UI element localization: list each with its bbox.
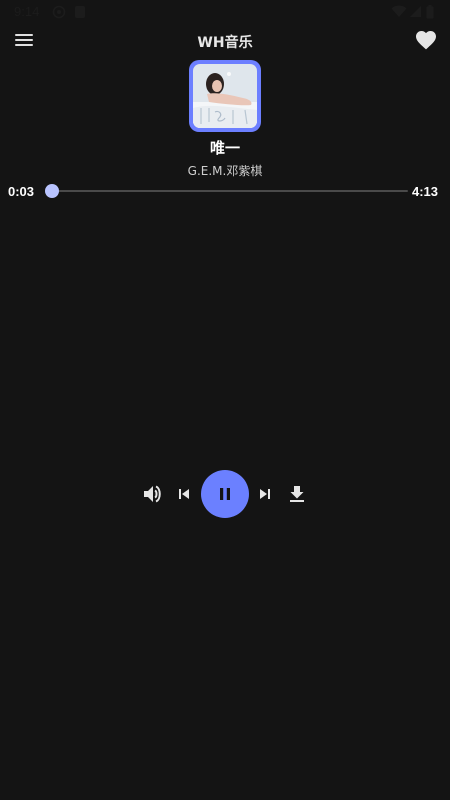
current-time: 0:03 [8, 184, 35, 199]
next-button[interactable] [253, 482, 277, 506]
skip-previous-icon [179, 489, 189, 499]
progress-track [48, 190, 408, 192]
status-bar: 9:14 [0, 0, 450, 24]
download-button[interactable] [285, 482, 309, 506]
pause-button[interactable] [201, 470, 249, 518]
settings-icon [52, 5, 66, 19]
album-cover-image [193, 64, 257, 128]
status-time: 9:14 [14, 4, 40, 19]
volume-button[interactable] [141, 482, 165, 506]
pause-icon [220, 488, 230, 500]
song-artist: G.E.M.邓紫棋 [187, 164, 263, 178]
playback-controls [0, 470, 450, 518]
favorite-button[interactable] [414, 28, 438, 52]
progress-slider[interactable] [45, 184, 408, 198]
download-icon [290, 486, 304, 502]
blocked-icon [75, 6, 85, 18]
heart-icon [416, 31, 436, 50]
total-time: 4:13 [412, 184, 439, 199]
skip-next-icon [260, 489, 270, 499]
volume-icon [144, 485, 161, 503]
progress-thumb[interactable] [45, 184, 60, 198]
album-cover-frame[interactable] [189, 60, 261, 132]
wifi-icon [391, 5, 407, 17]
app-title: WH音乐 [197, 35, 253, 51]
battery-icon [426, 5, 434, 19]
signal-icon [410, 6, 421, 17]
previous-button[interactable] [172, 482, 196, 506]
song-title: 唯一 [209, 139, 240, 157]
app-bar: WH音乐 [0, 24, 450, 56]
